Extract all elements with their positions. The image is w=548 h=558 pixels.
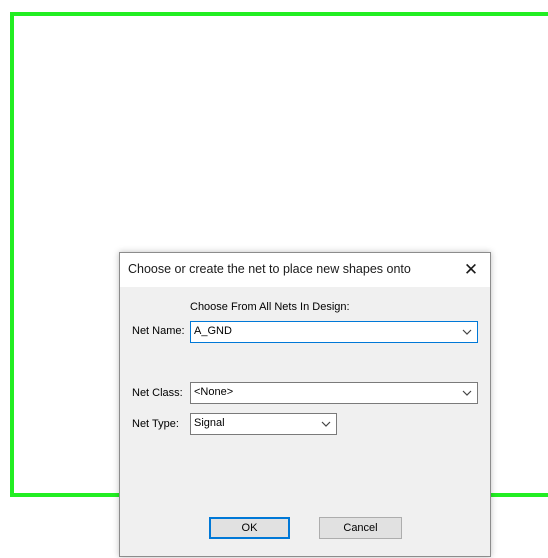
choose-from-label: Choose From All Nets In Design: — [190, 301, 350, 313]
close-button[interactable]: ✕ — [458, 257, 484, 283]
net-type-label: Net Type: — [132, 418, 179, 430]
net-name-combobox[interactable]: A_GND — [190, 321, 478, 343]
close-icon: ✕ — [463, 260, 479, 279]
net-class-value: <None> — [194, 386, 234, 398]
net-type-value: Signal — [194, 417, 225, 429]
net-type-combobox[interactable]: Signal — [190, 413, 337, 435]
net-class-combobox[interactable]: <None> — [190, 382, 478, 404]
net-class-label: Net Class: — [132, 387, 183, 399]
dialog-title: Choose or create the net to place new sh… — [128, 262, 411, 276]
ok-button[interactable]: OK — [209, 517, 290, 539]
chevron-down-icon — [462, 390, 472, 396]
chevron-down-icon — [321, 421, 331, 427]
net-name-label: Net Name: — [132, 325, 185, 337]
net-name-value: A_GND — [194, 325, 232, 337]
chevron-down-icon — [462, 329, 472, 335]
design-canvas[interactable]: Choose or create the net to place new sh… — [0, 0, 548, 558]
dialog-titlebar: Choose or create the net to place new sh… — [120, 253, 490, 287]
cancel-button[interactable]: Cancel — [319, 517, 402, 539]
net-chooser-dialog: Choose or create the net to place new sh… — [119, 252, 491, 557]
